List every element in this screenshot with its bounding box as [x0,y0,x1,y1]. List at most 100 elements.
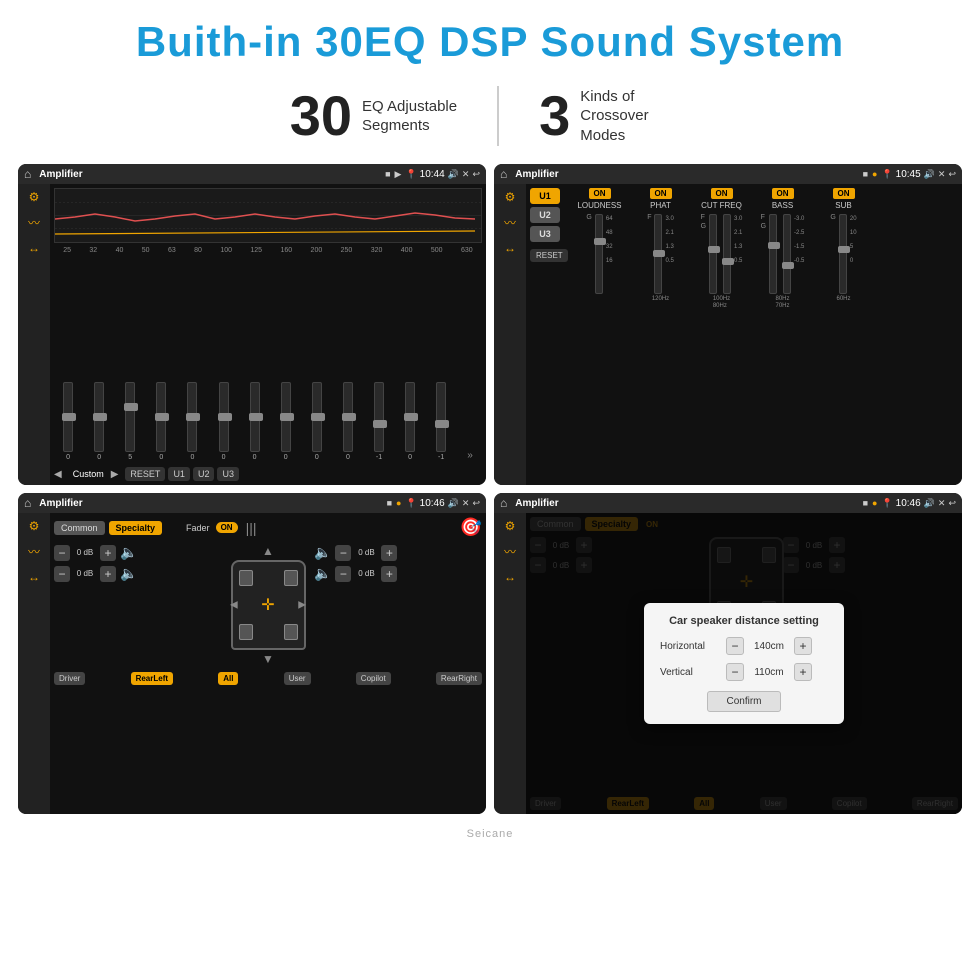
fader-rl-plus[interactable]: + [100,566,116,582]
eq-u1-btn[interactable]: U1 [168,467,190,481]
fader-left-arrow[interactable]: ◀ [230,600,238,611]
eq-track-13[interactable] [436,382,446,452]
dialog-horizontal-minus[interactable]: − [726,637,744,655]
crossover-back-icon[interactable]: ↩ [948,169,956,180]
fader-fl-minus[interactable]: − [54,545,70,561]
eq-main-content: 25 32 40 50 63 80 100 125 160 200 250 32… [50,184,486,485]
eq-track-11[interactable] [374,382,384,452]
eq-play-icon[interactable]: ▶ [395,169,402,180]
eq-track-10[interactable] [343,382,353,452]
eq-reset-btn[interactable]: RESET [125,467,165,481]
eq-track-8[interactable] [281,382,291,452]
expand-icon[interactable]: » [467,450,473,461]
fader-right-arrow[interactable]: ▶ [298,600,306,611]
col-bass: ON BASS [755,188,810,210]
distance-filter-icon[interactable]: ⚙ [505,519,516,533]
fader-fr-minus[interactable]: − [335,545,351,561]
crossover-u-buttons: U1 U2 U3 RESET [530,188,568,481]
eq-track-3[interactable] [125,382,135,452]
eq-track-6[interactable] [219,382,229,452]
u2-button[interactable]: U2 [530,207,560,223]
eq-u3-btn[interactable]: U3 [217,467,239,481]
freq-160: 160 [280,247,292,254]
fader-wave-icon[interactable]: 〰 [28,543,40,560]
bass-slider: F G -3.0-2.5-1.5-0.5 [755,214,810,481]
col-loudness: ON LOUDNESS [572,188,627,210]
eq-wave-icon[interactable]: 〰 [28,214,40,231]
eq-track-1[interactable] [63,382,73,452]
car-diagram: ✛ [231,560,306,650]
u1-button[interactable]: U1 [530,188,560,204]
dialog-overlay: Car speaker distance setting Horizontal … [526,513,962,814]
speaker-rr-icon: 🔈 [314,565,331,582]
crossover-location-icon: 📍 [881,169,892,180]
eq-next-icon[interactable]: ▶ [111,469,119,480]
distance-back-icon[interactable]: ↩ [948,498,956,509]
fader-back-icon[interactable]: ↩ [472,498,480,509]
fader-home-icon[interactable]: ⌂ [24,496,31,510]
crossover-filter-icon[interactable]: ⚙ [505,190,516,204]
crossover-label: Kinds ofCrossover Modes [580,87,690,146]
fader-close-icon[interactable]: ✕ [462,498,470,509]
dialog-vertical-minus[interactable]: − [726,663,744,681]
fader-fl-val: 0 dB [74,548,96,557]
eq-speaker-icon[interactable]: ↔ [28,241,40,255]
fader-screen-content: ⚙ 〰 ↔ Common Specialty Fader ON ||| 🎯 − [18,513,486,814]
zone-copilot-btn[interactable]: Copilot [356,672,391,685]
eq-track-12[interactable] [405,382,415,452]
dialog-vertical-plus[interactable]: + [794,663,812,681]
eq-u2-btn[interactable]: U2 [193,467,215,481]
confirm-button[interactable]: Confirm [707,691,780,712]
eq-track-9[interactable] [312,382,322,452]
cutfreq-slider: F G 3.02.11.30.5 [694,214,749,481]
zone-all-btn[interactable]: All [218,672,238,685]
distance-close-icon[interactable]: ✕ [938,498,946,509]
eq-close-icon[interactable]: ✕ [462,169,470,180]
stat-eq: 30 EQ AdjustableSegments [250,88,497,144]
zone-driver-btn[interactable]: Driver [54,672,85,685]
eq-prev-icon[interactable]: ◀ [54,469,62,480]
fader-specialty-btn[interactable]: Specialty [109,521,163,535]
eq-status-icons: 📍 10:44 🔊 ✕ ↩ [405,169,480,180]
zone-user-btn[interactable]: User [284,672,311,685]
eq-track-2[interactable] [94,382,104,452]
distance-wave-icon[interactable]: 〰 [504,543,516,560]
fader-rl-minus[interactable]: − [54,566,70,582]
fader-down-arrow[interactable]: ▼ [262,652,274,666]
eq-slider-10: 0 [343,382,353,461]
cutfreq-title: CUT FREQ [701,201,742,210]
crossover-time: 10:45 [896,169,921,180]
fader-filter-icon[interactable]: ⚙ [29,519,40,533]
col-cutfreq: ON CUT FREQ [694,188,749,210]
eq-track-5[interactable] [187,382,197,452]
freq-32: 32 [89,247,97,254]
crossover-wave-icon[interactable]: 〰 [504,214,516,231]
crossover-close-icon[interactable]: ✕ [938,169,946,180]
zone-rearleft-btn[interactable]: RearLeft [131,672,173,685]
eq-back-icon[interactable]: ↩ [472,169,480,180]
eq-track-4[interactable] [156,382,166,452]
crossover-home-icon[interactable]: ⌂ [500,167,507,181]
fader-rr-minus[interactable]: − [335,566,351,582]
eq-track-7[interactable] [250,382,260,452]
home-icon[interactable]: ⌂ [24,167,31,181]
fader-app-title: Amplifier [39,498,382,509]
fader-top-bar: Common Specialty Fader ON ||| 🎯 [54,517,482,538]
dialog-horizontal-plus[interactable]: + [794,637,812,655]
fader-common-btn[interactable]: Common [54,521,105,535]
on-phat: ON [650,188,672,199]
eq-volume-icon: 🔊 [448,169,459,180]
crossover-reset-btn[interactable]: RESET [530,249,568,262]
crossover-speaker-icon[interactable]: ↔ [504,241,516,255]
eq-filter-icon[interactable]: ⚙ [29,190,40,204]
fader-up-arrow[interactable]: ▲ [262,544,274,558]
fader-rr-plus[interactable]: + [381,566,397,582]
distance-home-icon[interactable]: ⌂ [500,496,507,510]
fader-fl-plus[interactable]: + [100,545,116,561]
distance-arrows-icon[interactable]: ↔ [504,570,516,584]
fader-arrows-icon[interactable]: ↔ [28,570,40,584]
dialog-horizontal-val: 140cm [750,641,788,652]
fader-fr-plus[interactable]: + [381,545,397,561]
u3-button[interactable]: U3 [530,226,560,242]
zone-rearright-btn[interactable]: RearRight [436,672,482,685]
